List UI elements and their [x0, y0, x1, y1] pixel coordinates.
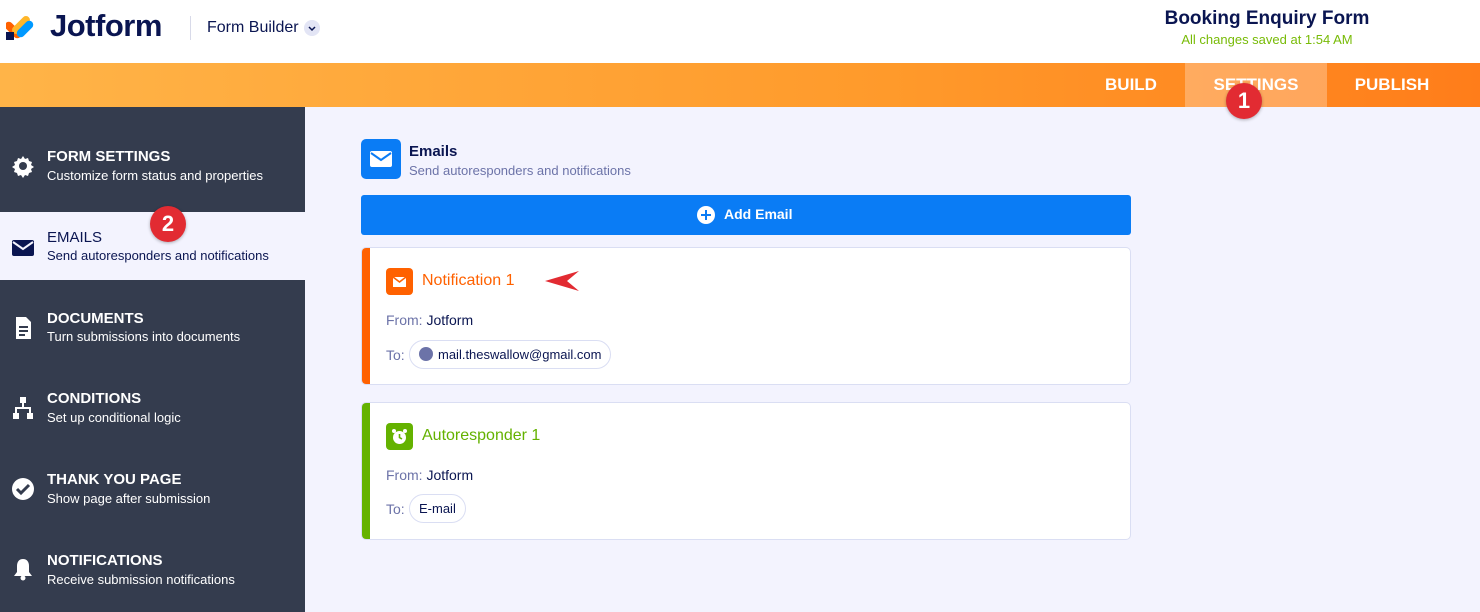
- settings-sidebar: FORM SETTINGS Customize form status and …: [0, 107, 305, 612]
- add-email-button[interactable]: Add Email: [361, 195, 1131, 235]
- sidebar-item-subtitle: Turn submissions into documents: [47, 329, 241, 344]
- from-row: From: Jotform: [386, 467, 473, 483]
- from-row: From: Jotform: [386, 312, 473, 328]
- brand-name[interactable]: Jotform: [50, 8, 162, 44]
- email-card-notification[interactable]: Notification 1 From: Jotform To: mail.th…: [361, 247, 1131, 385]
- sidebar-item-title: THANK YOU PAGE: [47, 471, 182, 488]
- sidebar-item-title: FORM SETTINGS: [47, 148, 171, 165]
- check-circle-icon: [12, 478, 34, 500]
- sidebar-item-conditions[interactable]: CONDITIONS Set up conditional logic: [0, 377, 305, 445]
- recipient-field: E-mail: [419, 501, 456, 516]
- sidebar-item-subtitle: Set up conditional logic: [47, 410, 181, 425]
- from-value: Jotform: [426, 467, 474, 483]
- annotation-badge-2: 2: [150, 206, 186, 242]
- tab-publish[interactable]: PUBLISH: [1335, 63, 1449, 107]
- form-builder-label[interactable]: Form Builder: [207, 19, 299, 37]
- sidebar-item-documents[interactable]: DOCUMENTS Turn submissions into document…: [0, 297, 305, 365]
- document-icon: [16, 317, 31, 339]
- tab-build[interactable]: BUILD: [1085, 63, 1177, 107]
- user-avatar-icon: [419, 347, 433, 361]
- sidebar-item-subtitle: Customize form status and properties: [47, 168, 264, 183]
- jotform-logo-icon: [6, 16, 34, 40]
- section-title: Emails: [409, 143, 458, 160]
- email-card-title[interactable]: Notification 1: [422, 272, 515, 290]
- header-divider: [190, 16, 191, 40]
- email-card-title[interactable]: Autoresponder 1: [422, 427, 540, 445]
- email-card-autoresponder[interactable]: Autoresponder 1 From: Jotform To: E-mail: [361, 402, 1131, 540]
- sidebar-item-title: CONDITIONS: [47, 390, 142, 407]
- annotation-badge-1: 1: [1226, 83, 1262, 119]
- section-subtitle: Send autoresponders and notifications: [409, 163, 631, 178]
- notification-icon: [386, 268, 413, 295]
- plus-circle-icon: [697, 206, 715, 224]
- sidebar-item-notifications[interactable]: NOTIFICATIONS Receive submission notific…: [0, 539, 305, 607]
- recipient-email: mail.theswallow@gmail.com: [438, 347, 602, 362]
- envelope-icon: [370, 151, 392, 167]
- sidebar-item-title: DOCUMENTS: [47, 310, 144, 327]
- save-status: All changes saved at 1:54 AM: [1181, 32, 1353, 47]
- to-label: To:: [386, 347, 405, 363]
- alarm-clock-icon: [392, 429, 407, 444]
- from-label: From:: [386, 467, 423, 483]
- to-label: To:: [386, 501, 405, 517]
- app-header: Jotform Form Builder Booking Enquiry For…: [0, 0, 1480, 63]
- chevron-down-icon[interactable]: [304, 20, 320, 36]
- bell-icon: [14, 559, 32, 581]
- sidebar-item-subtitle: Show page after submission: [47, 491, 211, 506]
- sitemap-icon: [13, 397, 33, 419]
- gear-icon: [12, 156, 34, 178]
- sidebar-item-subtitle: Receive submission notifications: [47, 572, 235, 587]
- emails-section-icon: [361, 139, 401, 179]
- recipient-chip: mail.theswallow@gmail.com: [409, 340, 612, 369]
- sidebar-item-title: NOTIFICATIONS: [47, 552, 163, 569]
- card-color-stripe: [362, 403, 370, 539]
- annotation-arrow-icon: [545, 271, 579, 291]
- form-title[interactable]: Booking Enquiry Form: [1090, 8, 1444, 30]
- sidebar-item-thank-you-page[interactable]: THANK YOU PAGE Show page after submissio…: [0, 458, 305, 526]
- card-color-stripe: [362, 248, 370, 384]
- recipient-chip: E-mail: [409, 494, 466, 523]
- envelope-open-icon: [392, 276, 407, 287]
- from-value: Jotform: [426, 312, 474, 328]
- from-label: From:: [386, 312, 423, 328]
- envelope-icon: [12, 240, 34, 256]
- add-email-label: Add Email: [724, 206, 793, 222]
- sidebar-item-subtitle: Send autoresponders and notifications: [47, 248, 269, 263]
- sidebar-item-title: EMAILS: [47, 229, 103, 246]
- sidebar-item-form-settings[interactable]: FORM SETTINGS Customize form status and …: [0, 135, 305, 203]
- autoresponder-icon: [386, 423, 413, 450]
